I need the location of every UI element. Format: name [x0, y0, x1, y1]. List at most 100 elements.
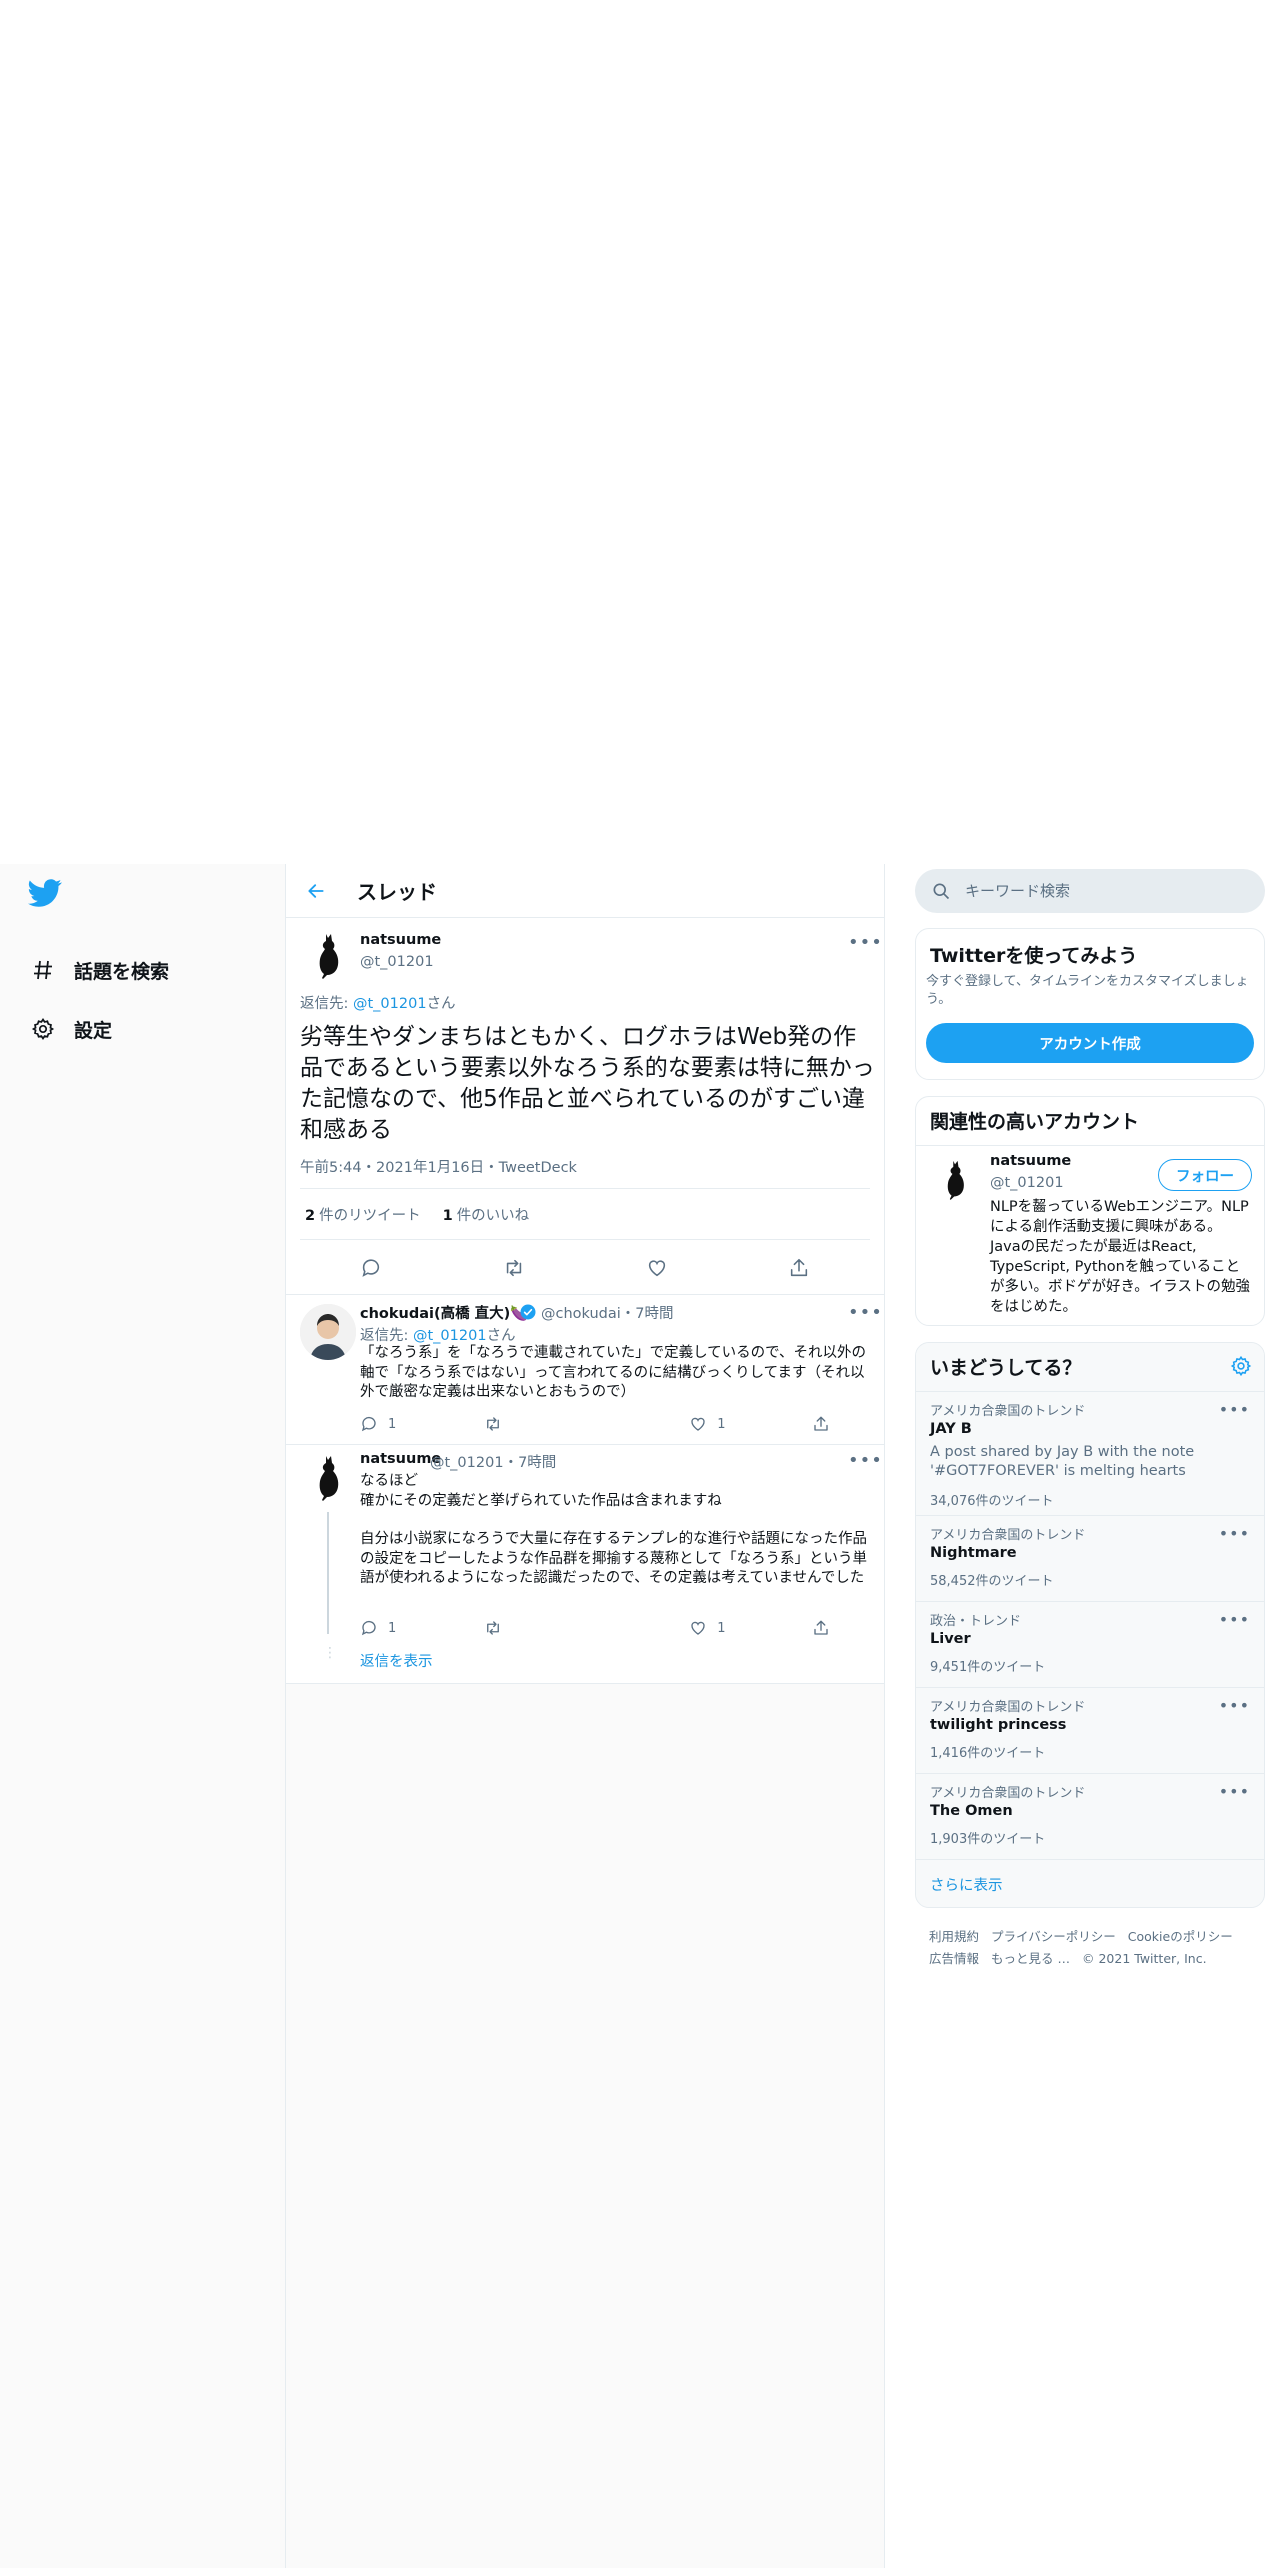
retweet-count-link[interactable]: 2 件のリツイート: [305, 1204, 421, 1225]
signup-card: Twitterを使ってみよう 今すぐ登録して、タイムラインをカスタマイズしましょ…: [915, 928, 1265, 1080]
footer-link-privacy[interactable]: プライバシーポリシー: [991, 1929, 1116, 1944]
trend-item[interactable]: 政治・トレンド ••• Liver 9,451件のツイート: [916, 1601, 1264, 1687]
related-account-name[interactable]: natsuume: [990, 1153, 1071, 1169]
like-button[interactable]: 1: [689, 1619, 726, 1637]
trend-name: Liver: [930, 1631, 971, 1647]
back-button[interactable]: [301, 876, 331, 906]
hashtag-icon: [28, 955, 58, 985]
like-button[interactable]: [646, 1257, 668, 1279]
related-account-handle[interactable]: @t_01201: [990, 1175, 1064, 1191]
more-options-icon[interactable]: •••: [1219, 1402, 1250, 1418]
verified-badge-icon: [519, 1303, 537, 1325]
like-button[interactable]: 1: [689, 1415, 726, 1433]
signup-card-title: Twitterを使ってみよう: [930, 945, 1138, 967]
like-label: 件のいいね: [456, 1207, 530, 1224]
nav-item-label: 設定: [74, 1019, 113, 1042]
more-options-icon[interactable]: •••: [1219, 1612, 1250, 1628]
trend-item[interactable]: アメリカ合衆国のトレンド ••• twilight princess 1,416…: [916, 1687, 1264, 1773]
like-count: 1: [717, 1416, 726, 1432]
retweet-icon: [486, 1417, 499, 1431]
share-icon: [814, 1620, 828, 1635]
search-icon: [933, 883, 950, 900]
footer-link-terms[interactable]: 利用規約: [929, 1929, 979, 1944]
trend-item[interactable]: アメリカ合衆国のトレンド ••• The Omen 1,903件のツイート: [916, 1773, 1264, 1859]
avatar[interactable]: [930, 1155, 980, 1205]
avatar[interactable]: [300, 928, 356, 984]
arrow-left-icon: [308, 883, 324, 898]
show-more-row[interactable]: さらに表示: [916, 1859, 1264, 1907]
heart-icon: [691, 1417, 705, 1431]
create-account-button[interactable]: アカウント作成: [926, 1023, 1254, 1063]
retweet-button[interactable]: [502, 1257, 526, 1279]
retweet-button[interactable]: [483, 1415, 503, 1433]
share-button[interactable]: [812, 1619, 830, 1637]
tweet-author-handle[interactable]: @t_01201: [360, 954, 434, 970]
meta-dot: ・: [503, 1455, 519, 1471]
trend-context: アメリカ合衆国のトレンド: [930, 1404, 1086, 1419]
avatar[interactable]: [300, 1450, 356, 1506]
reply-to-line: 返信先: @t_01201さん: [360, 1324, 516, 1345]
reply-handle-link[interactable]: @t_01201: [413, 1328, 487, 1344]
footer-link-ads[interactable]: 広告情報: [929, 1951, 979, 1966]
trend-count: 1,416件のツイート: [930, 1746, 1046, 1761]
reply-author-name[interactable]: chokudai(高橋 直大)🍆: [360, 1302, 528, 1323]
thread-dots: ⋮: [323, 1645, 337, 1661]
show-more-link[interactable]: さらに表示: [930, 1874, 1003, 1895]
trend-item[interactable]: アメリカ合衆国のトレンド ••• Nightmare 58,452件のツイート: [916, 1515, 1264, 1601]
reply-author-handle[interactable]: @chokudai: [541, 1306, 621, 1322]
more-options-icon[interactable]: •••: [1219, 1526, 1250, 1542]
retweet-button[interactable]: [483, 1619, 503, 1637]
retweet-count: 2: [305, 1207, 316, 1224]
more-options-icon[interactable]: •••: [1219, 1784, 1250, 1800]
share-icon: [790, 1258, 808, 1277]
reply-author-handle[interactable]: @t_01201: [430, 1455, 504, 1471]
nav-item-label: 話題を検索: [74, 960, 170, 983]
footer-link-more[interactable]: もっと見る …: [991, 1951, 1070, 1966]
trend-item[interactable]: アメリカ合衆国のトレンド ••• JAY B A post shared by …: [916, 1391, 1264, 1515]
footer-copyright: © 2021 Twitter, Inc.: [1082, 1951, 1207, 1966]
tweet-meta[interactable]: 午前5:44・2021年1月16日・TweetDeck: [300, 1156, 577, 1177]
reply-time[interactable]: 7時間: [518, 1455, 556, 1471]
avatar[interactable]: [300, 1304, 356, 1360]
tweet-stats: 2 件のリツイート 1 件のいいね: [300, 1188, 870, 1240]
twitter-app: 話題を検索 設定 スレッド natsuume @t_01201 ••• 返信先:…: [0, 864, 1284, 2568]
gear-icon: [28, 1014, 58, 1044]
left-navigation: 話題を検索 設定: [0, 864, 285, 2568]
search-input[interactable]: [965, 882, 1245, 900]
share-button[interactable]: [812, 1415, 830, 1433]
thread-container: スレッド natsuume @t_01201 ••• 返信先: @t_01201…: [286, 864, 884, 1684]
twitter-bird-icon[interactable]: [28, 876, 62, 910]
tweet-actions: [300, 1244, 870, 1292]
nav-item-explore[interactable]: 話題を検索: [28, 950, 169, 990]
trend-context: アメリカ合衆国のトレンド: [930, 1786, 1086, 1801]
reply-text-line: 確かにその定義だと挙げられていた作品は含まれますね: [360, 1493, 722, 1509]
like-count-link[interactable]: 1 件のいいね: [443, 1204, 530, 1225]
reply-count: 1: [388, 1620, 397, 1636]
reply-button[interactable]: 1: [360, 1619, 396, 1637]
reply-button[interactable]: 1: [360, 1415, 396, 1433]
reply-text: 「なろう系」を「なろうで連載されていた」で定義しているので、それ以外の軸で「なろ…: [360, 1345, 867, 1400]
trend-count: 58,452件のツイート: [930, 1574, 1054, 1589]
footer-link-cookies[interactable]: Cookieのポリシー: [1128, 1929, 1233, 1944]
reply-icon: [362, 1259, 380, 1277]
show-replies-link[interactable]: 返信を表示: [360, 1650, 433, 1671]
cat-silhouette-icon: [319, 934, 339, 979]
footer-links-row: 広告情報 もっと見る … © 2021 Twitter, Inc.: [929, 1948, 1219, 1967]
more-options-icon[interactable]: •••: [1219, 1698, 1250, 1714]
search-bar[interactable]: [915, 869, 1265, 913]
reply-icon: [361, 1416, 376, 1432]
share-button[interactable]: [788, 1257, 810, 1279]
reply-time[interactable]: 7時間: [635, 1306, 673, 1322]
more-options-icon[interactable]: •••: [848, 1304, 883, 1322]
divider: [286, 1294, 884, 1295]
like-count: 1: [442, 1207, 453, 1224]
gear-icon[interactable]: [1230, 1355, 1252, 1381]
nav-item-settings[interactable]: 設定: [28, 1009, 112, 1049]
reply-button[interactable]: [360, 1257, 382, 1279]
reply-handle-link[interactable]: @t_01201: [353, 996, 427, 1012]
more-options-icon[interactable]: •••: [848, 1452, 883, 1470]
follow-button[interactable]: フォロー: [1158, 1159, 1252, 1191]
trend-count: 1,903件のツイート: [930, 1832, 1046, 1847]
tweet-author-name[interactable]: natsuume: [360, 932, 441, 948]
more-options-icon[interactable]: •••: [848, 934, 883, 952]
